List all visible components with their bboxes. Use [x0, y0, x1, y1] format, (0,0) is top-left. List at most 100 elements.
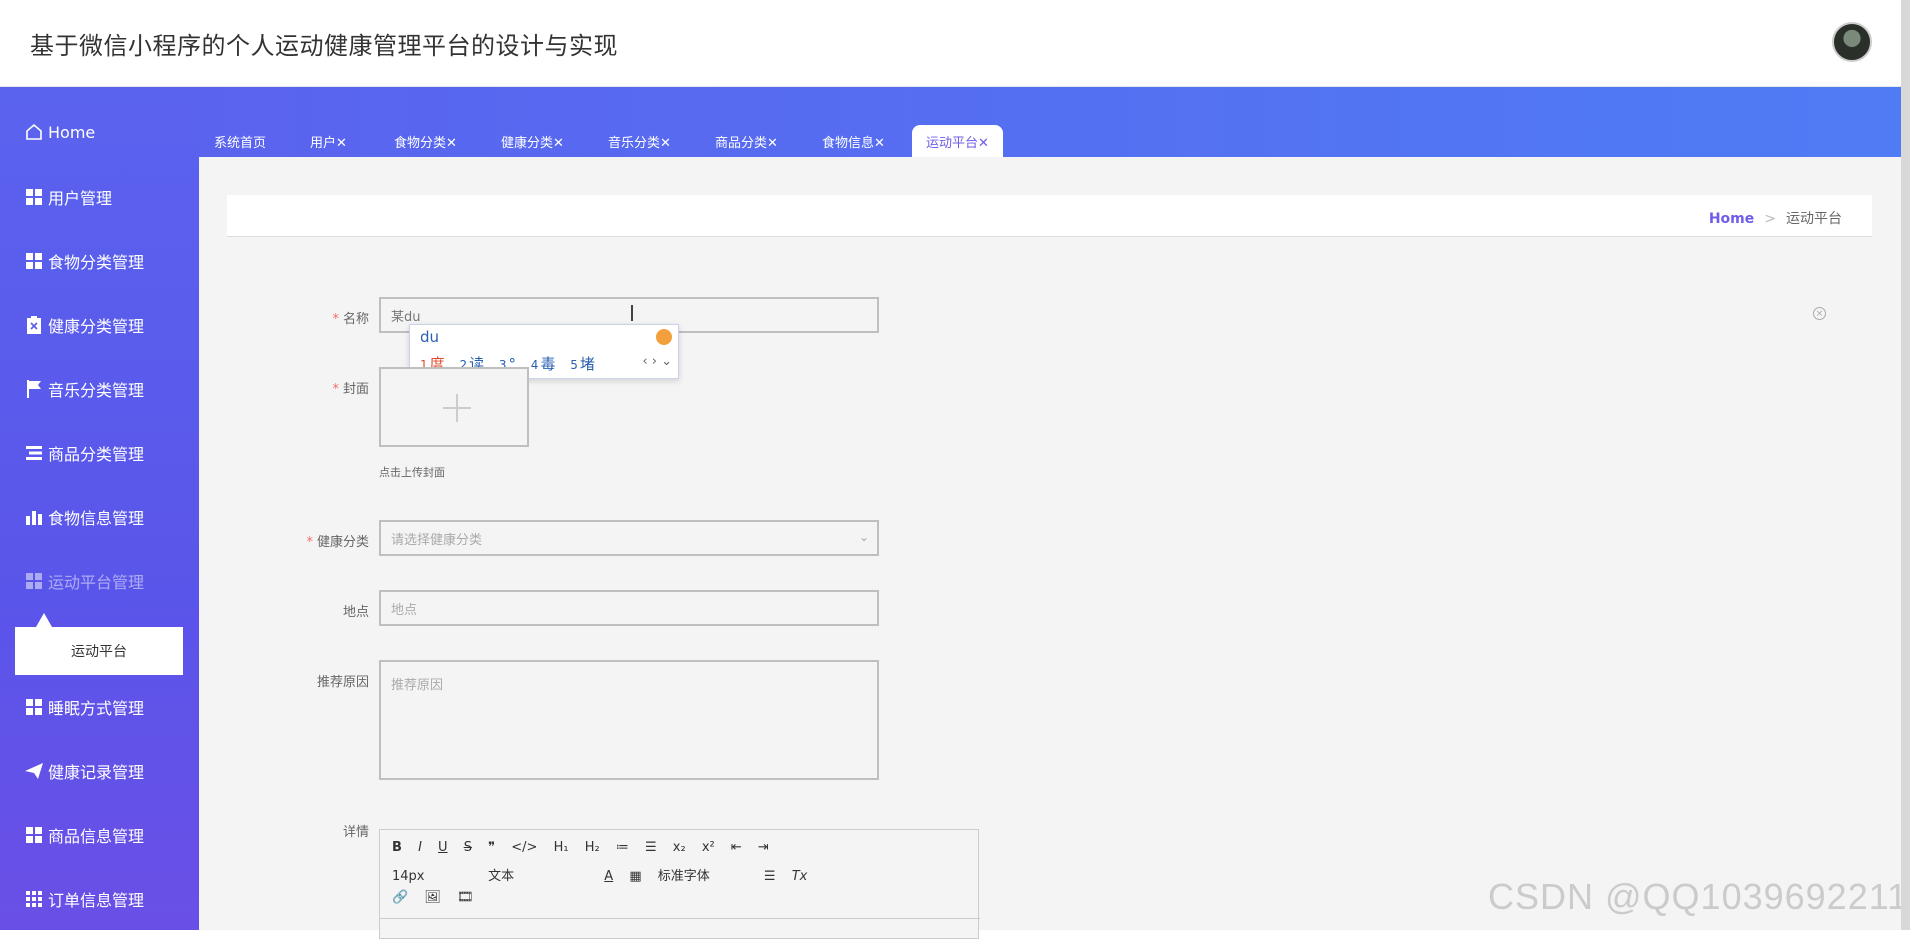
font-family-select[interactable]: 标准字体	[658, 865, 748, 884]
italic-icon[interactable]: I	[418, 840, 422, 855]
submenu-item-sports-platform[interactable]: 运动平台	[15, 627, 183, 675]
sidebar-item-label: 健康记录管理	[48, 763, 145, 782]
sidebar-item-label: 食物信息管理	[48, 509, 145, 528]
sidebar-item-food-category[interactable]: 食物分类管理	[0, 236, 199, 286]
watermark: CSDN @QQ1039692211	[1488, 876, 1909, 917]
editor-toolbar-row: 14px 文本 A ▦ 标准字体 ☰ Tx	[392, 865, 819, 884]
sidebar-item-music-category[interactable]: 音乐分类管理	[0, 364, 199, 414]
list-icon	[24, 443, 44, 463]
subscript-icon[interactable]: x₂	[673, 840, 686, 855]
sidebar-item-label: 食物分类管理	[48, 253, 145, 272]
tab-sports-platform[interactable]: 运动平台✕	[912, 125, 1003, 157]
cover-label: * 封面	[332, 382, 369, 397]
cover-hint: 点击上传封面	[379, 466, 445, 479]
sidebar-item-label: Home	[48, 122, 96, 142]
chevron-down-icon: ⌄	[858, 530, 869, 544]
sidebar-item-label: 音乐分类管理	[48, 381, 145, 400]
sidebar-item-label: 用户管理	[48, 189, 113, 208]
rich-text-editor: B I U S ❞ </> H₁ H₂ ≔ ☰ x₂ x² ⇤ ⇥ 14px 文…	[379, 829, 980, 939]
ime-candidate[interactable]: 5堵	[570, 355, 595, 373]
sidebar-item-label: 商品信息管理	[48, 827, 145, 846]
ime-logo-icon	[656, 329, 672, 345]
sidebar-item-users[interactable]: 用户管理	[0, 172, 199, 222]
font-size-select[interactable]: 14px	[392, 869, 472, 884]
flag-icon	[24, 379, 44, 399]
health-category-label: * 健康分类	[306, 535, 369, 550]
superscript-icon[interactable]: x²	[702, 840, 715, 855]
tab-health-category[interactable]: 健康分类✕	[487, 125, 578, 157]
bullet-list-icon[interactable]: ☰	[645, 840, 657, 855]
sidebar-item-goods-category[interactable]: 商品分类管理	[0, 428, 199, 478]
indent-icon[interactable]: ⇥	[758, 840, 769, 855]
sidebar-item-health-category[interactable]: 健康分类管理	[0, 300, 199, 350]
h2-icon[interactable]: H₂	[585, 840, 600, 855]
tab-home[interactable]: 系统首页	[200, 125, 280, 157]
ime-composition: du	[420, 328, 440, 346]
grid-icon	[24, 251, 44, 271]
grid-icon	[24, 187, 44, 207]
link-icon[interactable]: 🔗	[392, 890, 408, 905]
health-category-select[interactable]: 请选择健康分类 ⌄	[379, 520, 879, 556]
ordered-list-icon[interactable]: ≔	[616, 840, 629, 855]
ime-candidate[interactable]: 4毒	[531, 355, 556, 373]
sidebar-item-sleep[interactable]: 睡眠方式管理	[0, 682, 199, 732]
sidebar-item-sports-platform[interactable]: 运动平台管理	[0, 556, 199, 606]
cover-upload[interactable]	[379, 367, 529, 447]
tab-users[interactable]: 用户✕	[296, 125, 361, 157]
sidebar-item-health-record[interactable]: 健康记录管理	[0, 746, 199, 796]
editor-toolbar-row: B I U S ❞ </> H₁ H₂ ≔ ☰ x₂ x² ⇤ ⇥	[392, 840, 781, 855]
main-content: Home > 运动平台 * 名称 某du × du 1度 2读 3 ° 4毒 5堵 ‹ …	[199, 157, 1901, 939]
strike-icon[interactable]: S	[464, 840, 472, 855]
send-icon	[24, 761, 44, 781]
reason-textarea[interactable]: 推荐原因	[379, 660, 879, 780]
tab-food-category[interactable]: 食物分类✕	[380, 125, 471, 157]
text-cursor-icon	[631, 305, 633, 321]
top-bar: 基于微信小程序的个人运动健康管理平台的设计与实现	[0, 0, 1910, 87]
breadcrumb: Home > 运动平台	[227, 195, 1872, 237]
align-icon[interactable]: ☰	[764, 869, 776, 884]
code-icon[interactable]: </>	[511, 840, 537, 855]
grid-icon	[24, 697, 44, 717]
location-input[interactable]: 地点	[379, 590, 879, 626]
tab-goods-category[interactable]: 商品分类✕	[701, 125, 792, 157]
sidebar-item-label: 健康分类管理	[48, 317, 145, 336]
sidebar: Home 用户管理 食物分类管理 健康分类管理 音乐分类管理 商品分类管理 食物…	[0, 87, 199, 930]
ime-page-nav-icon[interactable]: ‹ › ⌄	[642, 354, 672, 369]
sidebar-item-label: 商品分类管理	[48, 445, 145, 464]
grid-icon	[24, 889, 44, 909]
sidebar-item-home[interactable]: Home	[0, 107, 199, 157]
reason-label: 推荐原因	[316, 675, 369, 690]
sidebar-item-label: 睡眠方式管理	[48, 699, 145, 718]
submenu-arrow	[36, 613, 52, 627]
location-label: 地点	[342, 605, 369, 620]
text-style-select[interactable]: 文本	[488, 865, 588, 884]
underline-icon[interactable]: U	[438, 840, 448, 855]
breadcrumb-current: 运动平台	[1786, 211, 1842, 227]
clipboard-icon	[24, 315, 44, 335]
tab-bar: 系统首页 用户✕ 食物分类✕ 健康分类✕ 音乐分类✕ 商品分类✕ 食物信息✕ 运…	[199, 87, 1901, 157]
background-color-icon[interactable]: ▦	[629, 869, 641, 884]
bar-chart-icon	[24, 507, 44, 527]
editor-toolbar-row: 🔗 🖼 🎞	[392, 890, 486, 905]
font-color-icon[interactable]: A	[604, 869, 613, 884]
quote-icon[interactable]: ❞	[488, 840, 495, 855]
h1-icon[interactable]: H₁	[554, 840, 569, 855]
breadcrumb-home[interactable]: Home	[1709, 211, 1754, 227]
sidebar-item-label: 运动平台管理	[48, 573, 145, 592]
close-icon[interactable]: ×	[1813, 307, 1826, 320]
sidebar-item-food-info[interactable]: 食物信息管理	[0, 492, 199, 542]
app-title: 基于微信小程序的个人运动健康管理平台的设计与实现	[30, 32, 618, 60]
sidebar-item-order-info[interactable]: 订单信息管理	[0, 874, 199, 924]
scrollbar[interactable]	[1901, 0, 1910, 930]
details-label: 详情	[342, 825, 369, 840]
avatar[interactable]	[1832, 22, 1872, 62]
name-label: * 名称	[332, 312, 369, 327]
video-icon[interactable]: 🎞	[457, 890, 474, 905]
image-icon[interactable]: 🖼	[424, 890, 441, 905]
clear-format-icon[interactable]: Tx	[792, 869, 808, 884]
outdent-icon[interactable]: ⇤	[731, 840, 742, 855]
tab-music-category[interactable]: 音乐分类✕	[594, 125, 685, 157]
bold-icon[interactable]: B	[392, 840, 402, 855]
sidebar-item-goods-info[interactable]: 商品信息管理	[0, 810, 199, 860]
tab-food-info[interactable]: 食物信息✕	[808, 125, 899, 157]
